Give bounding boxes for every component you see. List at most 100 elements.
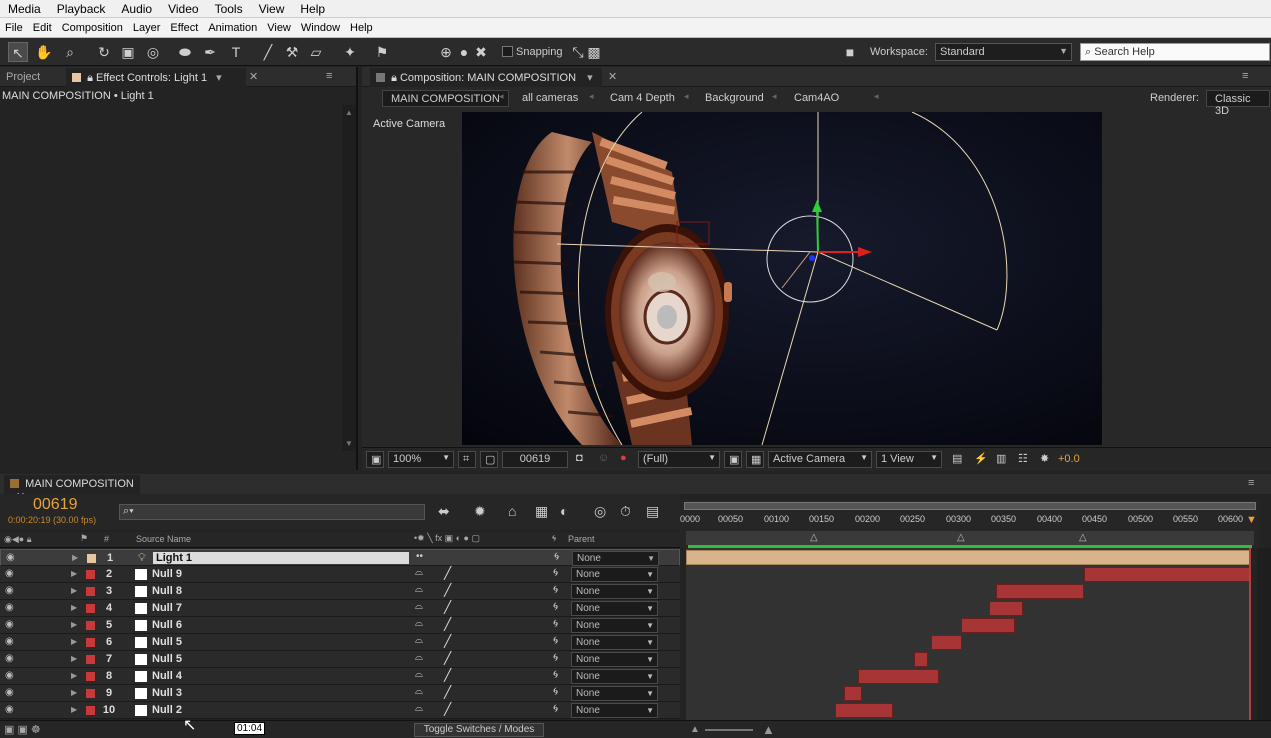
label-color-swatch[interactable]	[86, 655, 95, 664]
os-menu-media[interactable]: Media	[0, 2, 49, 16]
renderer-button[interactable]: Classic 3D	[1206, 90, 1270, 117]
fast-previews-icon[interactable]: ⚡	[970, 451, 988, 468]
snap-features-icon[interactable]: ▩	[584, 42, 604, 62]
rotate-tool-icon[interactable]: ↻	[94, 42, 114, 62]
expand-triangle-icon[interactable]: ▶	[71, 637, 77, 646]
pick-whip-icon[interactable]: 🌀︎	[553, 635, 558, 648]
os-menu-video[interactable]: Video	[160, 2, 206, 16]
tab-composition[interactable]: 🔒︎ Composition: MAIN COMPOSITION ▾	[370, 68, 602, 87]
eye-icon[interactable]: ◉	[5, 619, 14, 630]
expand-triangle-icon[interactable]: ▶	[71, 654, 77, 663]
os-menu-tools[interactable]: Tools	[207, 2, 251, 16]
tab-project[interactable]: Project	[0, 68, 46, 87]
shy-switch-icon[interactable]: ⌓	[415, 686, 423, 697]
workspace-select[interactable]: Standard ▼	[935, 43, 1072, 61]
eye-icon[interactable]: ◉	[5, 653, 14, 664]
camera-view-select[interactable]: Active Camera ▼	[768, 451, 872, 468]
expand-triangle-icon[interactable]: ▶	[71, 603, 77, 612]
selection-tool-icon[interactable]: ↖	[8, 42, 28, 62]
quality-switch-icon[interactable]: ╱	[444, 566, 451, 580]
tab-main-composition-timeline[interactable]: MAIN COMPOSITION ✕	[4, 475, 140, 503]
label-color-swatch[interactable]	[86, 689, 95, 698]
brainstorm-icon[interactable]: ◎	[594, 503, 606, 520]
close-icon[interactable]: ✕	[608, 70, 617, 83]
layer-name[interactable]: Null 7	[152, 602, 182, 614]
quality-switch-icon[interactable]: ╱	[444, 668, 451, 682]
layer-name[interactable]: Null 8	[152, 585, 182, 597]
layer-bar-null-2[interactable]	[835, 703, 893, 718]
layer-bar-null-6[interactable]	[961, 618, 1015, 633]
shy-switch-icon[interactable]: ⌓	[415, 618, 423, 629]
menu-file[interactable]: File	[0, 22, 28, 34]
shy-switch-icon[interactable]: ⌓	[415, 669, 423, 680]
pick-whip-icon[interactable]: 🌀︎	[553, 686, 558, 699]
pen-tool-icon[interactable]: ✒	[200, 42, 220, 62]
parent-select[interactable]: None ▼	[571, 618, 658, 633]
camera-orbit-tool-icon[interactable]: ▣	[118, 42, 138, 62]
zoom-slider[interactable]	[705, 729, 753, 731]
quality-switch-icon[interactable]: ╱	[444, 685, 451, 699]
shy-switch-icon[interactable]: ⌓	[415, 567, 423, 578]
layer-bar-null-3[interactable]	[844, 686, 862, 701]
timeline-scrollbar[interactable]	[1257, 548, 1271, 720]
scrollbar[interactable]: ▲ ▼	[342, 105, 356, 451]
av-features-icon[interactable]: ◉◀● 🔒︎	[4, 534, 32, 545]
shape-tool-icon[interactable]: ⬬	[175, 42, 195, 62]
crumb-cam4-depth[interactable]: Cam 4 Depth	[602, 90, 683, 107]
shy-switch-icon[interactable]: ⌓	[415, 635, 423, 646]
menu-view[interactable]: View	[262, 22, 296, 34]
reset-exposure-icon[interactable]: ✸	[1036, 451, 1052, 468]
exposure-value[interactable]: +0.0	[1058, 453, 1080, 465]
expand-triangle-icon[interactable]: ▶	[72, 553, 78, 562]
snapshot-camera-icon[interactable]: ◘	[572, 451, 590, 468]
layer-row[interactable]: ◉ ▶ 9 Null 3 ⌓ ╱ 🌀︎ None ▼	[0, 685, 680, 702]
composition-viewer[interactable]	[462, 112, 1102, 445]
layer-name[interactable]: Null 3	[152, 687, 182, 699]
menu-animation[interactable]: Animation	[203, 22, 262, 34]
label-color-swatch[interactable]	[86, 638, 95, 647]
eye-icon[interactable]: ◉	[5, 636, 14, 647]
expand-triangle-icon[interactable]: ▶	[71, 620, 77, 629]
marker-icon[interactable]: △	[957, 532, 965, 543]
layer-search-input[interactable]: ⌕▾	[119, 504, 425, 520]
panel-menu-icon[interactable]: ≡	[1242, 70, 1248, 82]
crumb-cam4ao[interactable]: Cam4AO	[786, 90, 847, 107]
os-menu-playback[interactable]: Playback	[49, 2, 114, 16]
os-menu-help[interactable]: Help	[292, 2, 333, 16]
layer-row[interactable]: ◉ ▶ 4 Null 7 ⌓ ╱ 🌀︎ None ▼	[0, 600, 680, 617]
crumb-main-composition[interactable]: MAIN COMPOSITION	[382, 90, 509, 107]
layer-row[interactable]: ◉ ▶ 8 Null 4 ⌓ ╱ 🌀︎ None ▼	[0, 668, 680, 685]
motion-blur-icon[interactable]: ◐	[560, 503, 568, 519]
expand-triangle-icon[interactable]: ▶	[71, 671, 77, 680]
os-menu-audio[interactable]: Audio	[113, 2, 160, 16]
search-help-field[interactable]: ⌕ Search Help	[1080, 43, 1270, 61]
grid-guide-icon[interactable]: ⌗	[458, 451, 476, 468]
always-preview-icon[interactable]: ▣	[366, 451, 384, 468]
roto-brush-tool-icon[interactable]: ✦	[340, 42, 360, 62]
layer-name[interactable]: Null 5	[152, 636, 182, 648]
quality-switch-icon[interactable]: ╱	[444, 702, 451, 716]
layer-row[interactable]: ◉ ▶ 10 Null 2 ⌓ ╱ 🌀︎ None ▼	[0, 702, 680, 719]
toggle-pixel-aspect-icon[interactable]: ▤	[948, 451, 964, 468]
layer-bar-light-1[interactable]	[686, 550, 1251, 565]
auto-keyframe-icon[interactable]: ⏱	[620, 503, 631, 520]
zoom-tool-icon[interactable]: ⌕	[60, 42, 80, 62]
eraser-tool-icon[interactable]: ▱	[306, 42, 326, 62]
type-tool-icon[interactable]: T	[226, 42, 246, 62]
time-ruler[interactable]: 0000 00050 00100 00150 00200 00250 00300…	[680, 500, 1260, 548]
toggle-switches-modes-button[interactable]: Toggle Switches / Modes	[414, 723, 544, 737]
crumb-background[interactable]: Background	[697, 90, 772, 107]
magnification-select[interactable]: 100% ▼	[388, 451, 454, 468]
current-time-indicator[interactable]: ▼	[1246, 514, 1257, 526]
pan-behind-tool-icon[interactable]: ◎	[143, 42, 163, 62]
panel-menu-icon[interactable]: ≡	[1248, 477, 1254, 489]
layer-bar-null-8[interactable]	[996, 584, 1084, 599]
close-icon[interactable]: ✕	[249, 70, 258, 83]
shy-switch-icon[interactable]: ••	[416, 551, 423, 562]
layer-bars-area[interactable]	[686, 548, 1251, 720]
layer-row[interactable]: ◉ ▶ 2 Null 9 ⌓ ╱ 🌀︎ None ▼	[0, 566, 680, 583]
zoom-out-icon[interactable]: ▲	[690, 724, 700, 735]
layer-name[interactable]: Null 5	[152, 653, 182, 665]
pick-whip-icon[interactable]: 🌀︎	[554, 551, 559, 564]
layer-bar-null-5[interactable]	[931, 635, 962, 650]
